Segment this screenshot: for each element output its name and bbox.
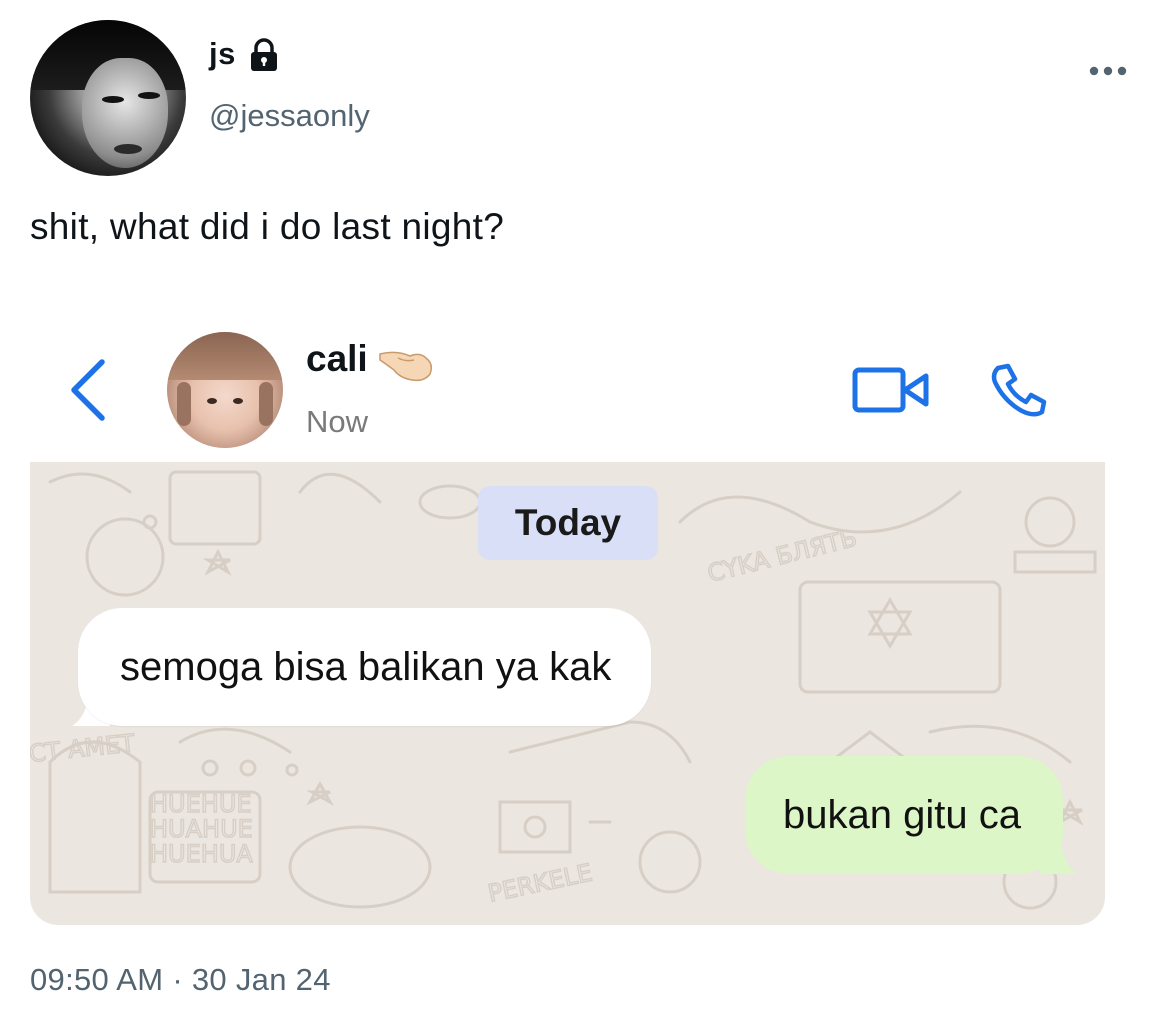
contact-status: Now bbox=[306, 404, 369, 439]
author-handle[interactable]: @jessaonly bbox=[209, 98, 370, 134]
chevron-left-icon[interactable] bbox=[62, 354, 116, 426]
tweet-timestamp[interactable]: 09:50 AM · 30 Jan 24 bbox=[30, 962, 331, 998]
author-display-name[interactable]: js bbox=[209, 36, 236, 72]
author-avatar[interactable] bbox=[30, 20, 186, 176]
chat-area[interactable]: CYKA БЛЯТЬ PERKELE HUEHUE HUAHUE HUEHUA … bbox=[30, 462, 1105, 925]
message-bubble-outgoing[interactable]: bukan gitu ca bbox=[745, 756, 1063, 874]
contact-name[interactable]: cali bbox=[306, 338, 368, 380]
svg-text:HUEHUA: HUEHUA bbox=[150, 840, 253, 868]
video-call-icon[interactable] bbox=[852, 366, 930, 414]
svg-text:HUEHUE: HUEHUE bbox=[150, 790, 252, 818]
tweet-time: 09:50 AM bbox=[30, 962, 164, 997]
tweet-date: 30 Jan 24 bbox=[191, 962, 331, 997]
phone-call-icon[interactable] bbox=[988, 362, 1050, 418]
svg-text:HUAHUE: HUAHUE bbox=[150, 815, 253, 843]
lock-icon bbox=[251, 38, 277, 71]
contact-avatar[interactable] bbox=[167, 332, 283, 448]
svg-text:PERKELE: PERKELE bbox=[485, 858, 594, 907]
svg-text:CT AMET: CT AMET bbox=[30, 729, 136, 768]
timestamp-separator: · bbox=[172, 962, 183, 997]
more-horizontal-icon[interactable] bbox=[1088, 62, 1128, 80]
svg-text:CYKA БЛЯТЬ: CYKA БЛЯТЬ bbox=[705, 524, 860, 588]
pinching-hand-emoji bbox=[379, 351, 433, 382]
tweet-text: shit, what did i do last night? bbox=[30, 206, 505, 247]
date-divider: Today bbox=[478, 486, 658, 560]
message-bubble-incoming[interactable]: semoga bisa balikan ya kak bbox=[78, 608, 652, 726]
